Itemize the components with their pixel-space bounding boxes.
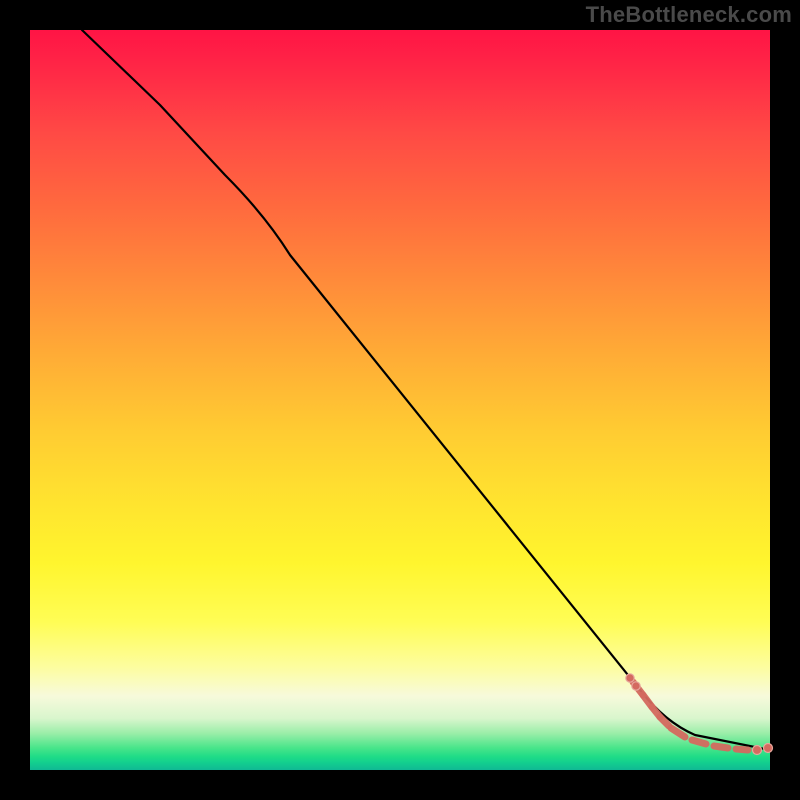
watermark-text: TheBottleneck.com (586, 2, 792, 28)
bottleneck-curve (82, 30, 770, 750)
highlighted-range (626, 674, 773, 755)
plot-area (30, 30, 770, 770)
plot-svg (30, 30, 770, 770)
chart-frame: TheBottleneck.com (0, 0, 800, 800)
